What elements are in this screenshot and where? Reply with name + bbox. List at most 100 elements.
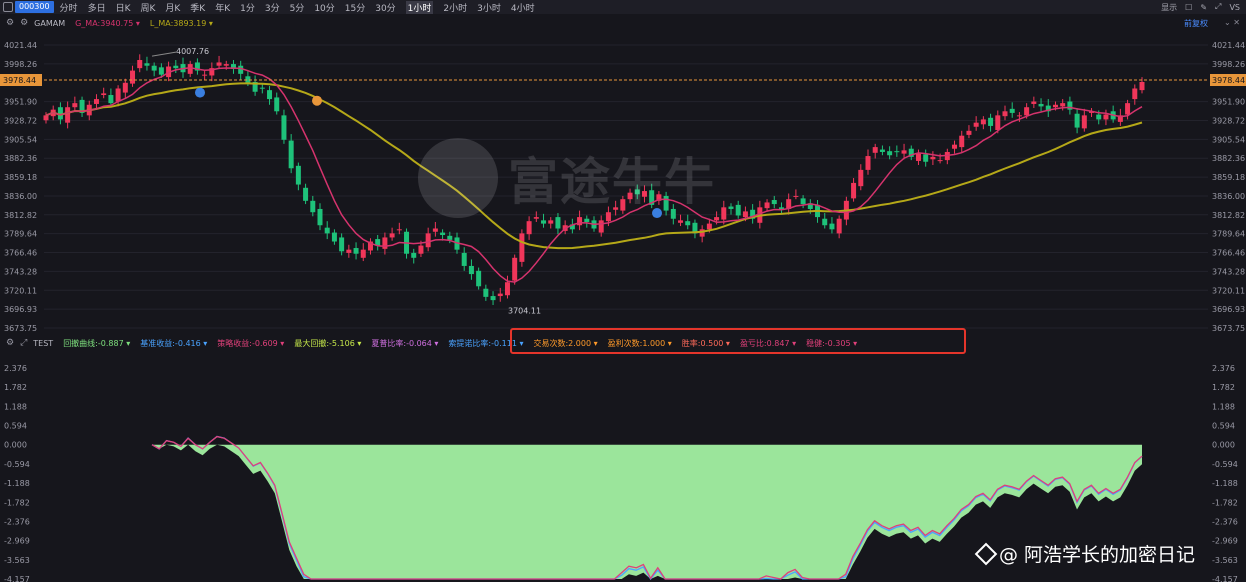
toolbar-right: 显示 ☐ ✎ ⤢ VS [1161,0,1240,14]
period-tab[interactable]: 10分 [314,1,334,14]
sub-tick-label: 1.188 [4,402,27,411]
sub-tick-label: -3.563 [4,556,30,565]
current-price-label: 3978.44 [3,76,36,85]
price-tick-label: 3789.64 [4,230,37,239]
symbol-badge[interactable]: 000300 [15,1,54,13]
pane-controls-icon[interactable]: ⌄ ✕ [1224,18,1240,27]
price-tick-label-right: 3766.46 [1212,249,1245,258]
high-pointer [151,51,177,57]
candle-body [1038,103,1044,107]
period-tab[interactable]: 1分 [240,1,255,14]
fullscreen-icon[interactable]: ⤢ [1215,2,1221,12]
low-label: 3704.11 [508,306,541,315]
credit-text: @ 阿浩学长的加密日记 [999,544,1196,566]
candle-body [512,257,518,281]
price-tick-label-right: 4021.44 [1212,41,1245,50]
period-tab[interactable]: 1小时 [405,0,434,14]
candle-body [339,237,345,252]
candle-body [259,87,265,89]
sub-tick-label-right: 2.376 [1212,364,1235,373]
period-tab[interactable]: 月K [165,1,180,14]
candle-body [360,249,366,258]
period-tab[interactable]: 15分 [345,1,365,14]
candle-body [793,195,799,197]
candle-body [173,65,179,69]
period-tab[interactable]: 3小时 [477,1,501,14]
sub-tick-label: 0.594 [4,422,27,431]
adjust-button[interactable]: 前复权 [1184,18,1208,29]
candle-body [137,60,143,69]
candle-body [65,107,71,123]
futu-watermark: 富途牛牛 [418,138,716,218]
price-tick-label: 3673.75 [4,324,37,333]
display-button[interactable]: 显示 [1161,2,1177,13]
expand-icon[interactable]: ⤢ [20,338,27,348]
price-tick-label: 3720.11 [4,286,37,295]
candle-body [555,217,561,229]
period-tab[interactable]: 年K [215,1,230,14]
candle-body [389,233,395,238]
sub-tick-label-right: -2.969 [1212,537,1238,546]
indicator-value[interactable]: 回撤曲线:-0.887 ▾ [63,338,130,349]
indicator-value[interactable]: G_MA:3940.75 ▾ [75,19,140,28]
indicator-value[interactable]: 基准收益:-0.416 ▾ [140,338,207,349]
binance-logo-icon [974,542,998,565]
candle-body [1002,111,1008,117]
candle-body [144,63,150,66]
candle-body [93,99,99,104]
price-tick-label-right: 3789.64 [1212,230,1245,239]
test-indicator-name[interactable]: TEST [33,339,53,348]
candle-body [382,237,388,249]
price-tick-label-right: 3696.93 [1212,305,1245,314]
candle-body [742,211,748,218]
candle-body [764,202,770,209]
main-indicator-name[interactable]: GAMAM [34,19,65,28]
draw-icon[interactable]: ✎ [1200,3,1207,12]
indicator-value[interactable]: 策略收益:-0.609 ▾ [217,338,284,349]
sub-tick-label-right: 1.782 [1212,383,1235,392]
layout-icon[interactable] [3,2,13,12]
settings-icon[interactable]: ⚙ [20,18,28,28]
candle-body [317,208,323,226]
period-selector: 分时 多日 日K 周K 月K 季K 年K 1分 3分 5分 10分 15分 30分 1小时 2小时 3小时 4小… [60,0,545,14]
period-tab[interactable]: 5分 [290,1,305,14]
period-tab[interactable]: 日K [116,1,131,14]
period-tab[interactable]: 4小时 [511,1,535,14]
candle-body [851,182,857,199]
gear-icon[interactable]: ⚙ [6,18,14,28]
gear-icon[interactable]: ⚙ [6,338,14,348]
period-tab[interactable]: 分时 [60,1,78,14]
indicator-value[interactable]: L_MA:3893.19 ▾ [150,19,213,28]
window-icon[interactable]: ☐ [1185,3,1192,12]
vs-button[interactable]: VS [1229,3,1240,12]
sell-marker-icon [312,95,322,106]
candle-body [706,223,712,230]
futu-logo-icon [418,138,498,218]
candle-body [728,206,734,209]
price-tick-label: 4021.44 [4,41,37,50]
candle-body [735,204,741,216]
current-price-label-right: 3978.44 [1212,76,1245,85]
price-tick-label-right: 3882.36 [1212,154,1245,163]
candle-body [483,288,489,297]
price-tick-label: 3836.00 [4,192,37,201]
indicator-value[interactable]: 夏普比率:-0.064 ▾ [371,338,438,349]
candle-body [288,140,294,169]
candle-body [901,150,907,154]
candle-body [836,218,842,234]
price-tick-label-right: 3836.00 [1212,192,1245,201]
candle-body [1125,103,1131,115]
indicator-value[interactable]: 最大回撤:-5.106 ▾ [294,338,361,349]
candle-body [800,198,806,205]
candle-body [281,115,287,140]
period-tab[interactable]: 多日 [88,1,106,14]
candle-body [490,296,496,301]
candle-body [101,93,107,96]
candle-body [130,70,136,84]
period-tab[interactable]: 周K [140,1,155,14]
period-tab[interactable]: 2小时 [443,1,467,14]
period-tab[interactable]: 3分 [265,1,280,14]
candle-body [122,82,128,93]
period-tab[interactable]: 季K [190,1,205,14]
period-tab[interactable]: 30分 [375,1,395,14]
